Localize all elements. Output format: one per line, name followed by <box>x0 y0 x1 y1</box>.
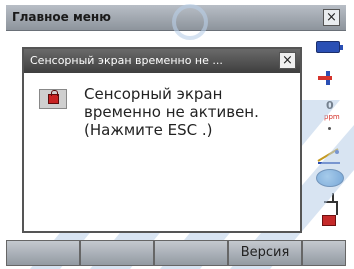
dialog-message-line: (Нажмите ESC .) <box>84 121 213 139</box>
lock-icon <box>322 215 336 226</box>
dialog-message-line: временно не активен. <box>84 103 259 121</box>
softkey-1[interactable] <box>6 240 80 266</box>
dialog-message: Сенсорный экран временно не активен. (На… <box>84 85 294 139</box>
dialog-message-line: Сенсорный экран <box>84 85 223 103</box>
version-button[interactable]: Версия <box>228 240 302 266</box>
ppm-unit: ppm <box>324 113 340 121</box>
prism-offset-icon <box>318 71 336 85</box>
step-icon <box>324 201 338 215</box>
status-icon-column: 0 ppm <box>310 31 346 239</box>
target-icon <box>316 169 344 187</box>
main-title-bar: Главное меню × <box>6 5 346 31</box>
lock-glyph <box>48 90 59 104</box>
window-title: Главное меню <box>12 10 111 24</box>
screen: Главное меню × 0 ppm Сенсорный экран вре… <box>0 0 354 269</box>
dialog-close-button[interactable]: × <box>279 52 296 69</box>
dialog-title-bar: Сенсорный экран временно не ... × <box>24 49 300 73</box>
softkey-3[interactable] <box>154 240 228 266</box>
softkey-2[interactable] <box>80 240 154 266</box>
prism-offset-bar <box>318 76 332 80</box>
touch-lock-icon <box>39 89 67 109</box>
softkey-5[interactable] <box>302 240 346 266</box>
dialog-title: Сенсорный экран временно не ... <box>30 54 223 67</box>
dot-icon <box>328 127 331 130</box>
ppm-value: 0 <box>326 99 334 112</box>
touch-disabled-dialog: Сенсорный экран временно не ... × Сенсор… <box>22 47 302 233</box>
tilt-icon <box>317 148 340 164</box>
close-button[interactable]: × <box>323 9 340 26</box>
battery-icon <box>316 41 343 53</box>
softkey-bar: Версия <box>6 240 346 266</box>
